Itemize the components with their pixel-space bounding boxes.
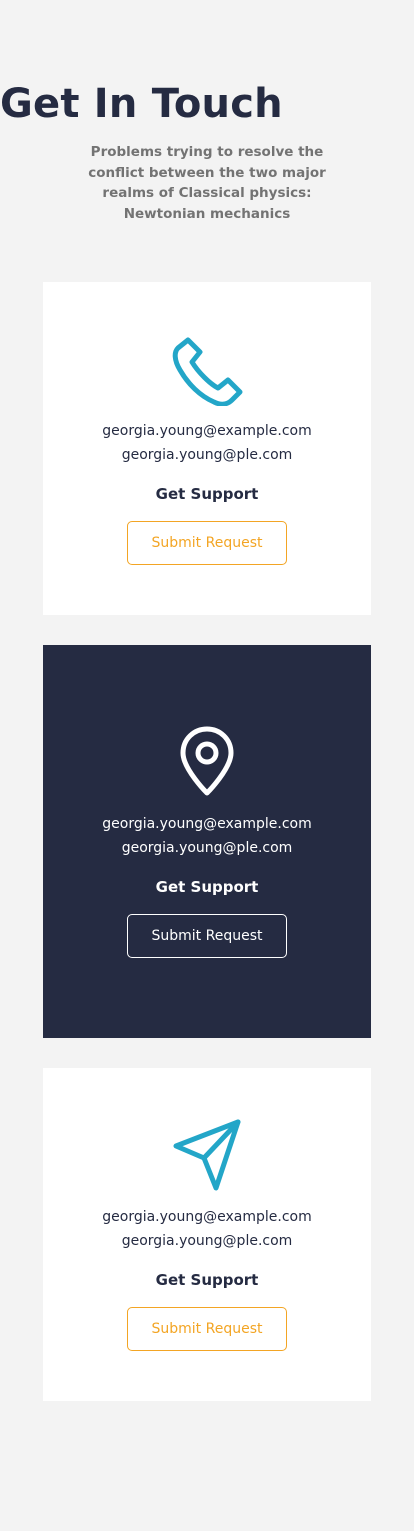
contact-card-phone: georgia.young@example.com georgia.young@…: [43, 282, 371, 615]
page-subtitle: Problems trying to resolve the conflict …: [88, 144, 326, 222]
card-heading: Get Support: [155, 878, 259, 896]
email-primary: georgia.young@example.com: [102, 1209, 312, 1225]
page-title: Get In Touch: [0, 81, 283, 127]
send-icon: [173, 1119, 241, 1191]
card-heading: Get Support: [155, 485, 259, 503]
contact-card-location: georgia.young@example.com georgia.young@…: [43, 645, 371, 1038]
email-primary: georgia.young@example.com: [102, 423, 312, 439]
location-pin-icon: [180, 726, 234, 796]
contact-card-send: georgia.young@example.com georgia.young@…: [43, 1068, 371, 1401]
email-secondary: georgia.young@ple.com: [121, 840, 293, 856]
email-secondary: georgia.young@ple.com: [121, 1233, 293, 1249]
email-secondary: georgia.young@ple.com: [121, 447, 293, 463]
phone-icon: [172, 337, 243, 406]
submit-request-button[interactable]: Submit Request: [127, 914, 287, 958]
email-primary: georgia.young@example.com: [102, 816, 312, 832]
submit-request-button[interactable]: Submit Request: [127, 1307, 287, 1351]
submit-request-button[interactable]: Submit Request: [127, 521, 287, 565]
card-heading: Get Support: [155, 1271, 259, 1289]
